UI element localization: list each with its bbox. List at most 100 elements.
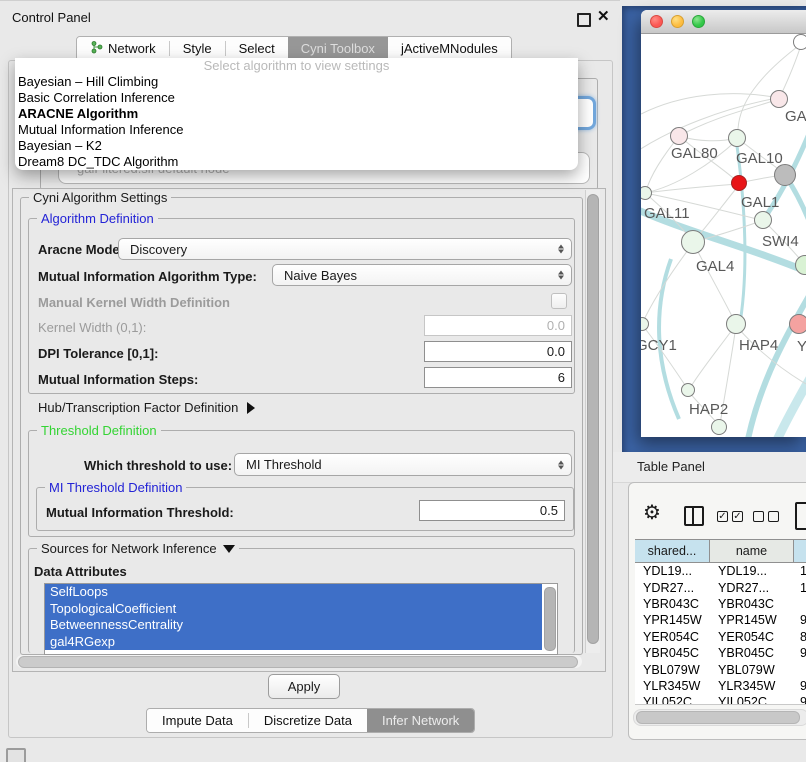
node-gal80[interactable] (670, 127, 688, 145)
table-row[interactable]: YIL052CYIL052C9. (635, 694, 806, 705)
algorithm-option-basic-correlation-inference[interactable]: Basic Correlation Inference (15, 90, 578, 106)
tab-network[interactable]: Network (77, 37, 169, 60)
manual-kernel-checkbox[interactable] (551, 293, 567, 309)
table-row[interactable]: YLR345WYLR345W9. (635, 678, 806, 694)
tab-select[interactable]: Select (226, 37, 288, 60)
algorithm-option-aracne-algorithm[interactable]: ARACNE Algorithm (15, 106, 578, 122)
scrollbar-thumb[interactable] (18, 656, 578, 668)
export-table-icon[interactable] (795, 502, 806, 530)
mi-type-combobox[interactable]: Naive Bayes (272, 264, 572, 286)
columns-icon[interactable] (684, 506, 704, 526)
apply-button[interactable]: Apply (268, 674, 340, 699)
stepper-icon[interactable] (558, 460, 564, 469)
node-gal10[interactable] (728, 129, 746, 147)
tab-label: Cyni Toolbox (301, 41, 375, 56)
algorithm-option-mutual-information-inference[interactable]: Mutual Information Inference (15, 122, 578, 138)
node-hap2-label: HAP2 (689, 401, 728, 418)
table-row[interactable]: YBL079WYBL079W (635, 661, 806, 677)
minimize-traffic-light-icon[interactable] (671, 15, 684, 28)
kernel-width-field[interactable]: 0.0 (424, 315, 572, 336)
attribute-item-topologicalcoefficient[interactable]: TopologicalCoefficient (45, 601, 542, 618)
which-threshold-combobox[interactable]: MI Threshold (234, 453, 572, 476)
node-gal11-label: GAL11 (644, 205, 690, 222)
cell-shared-name: YPR145W (635, 613, 710, 627)
cell-shared-name: YER054C (635, 630, 710, 644)
network-window-titlebar[interactable] (641, 10, 806, 34)
node-gal-clipped[interactable] (770, 90, 788, 108)
tab-jactivemnodules[interactable]: jActiveMNodules (388, 37, 511, 60)
network-canvas[interactable]: GALGAL80GAL10GAL1GAL11SWI4GAL4GCY1HAP4YH… (641, 34, 806, 437)
cell-value: 9. (794, 679, 806, 693)
algorithm-option-bayesian-hill-climbing[interactable]: Bayesian – Hill Climbing (15, 74, 578, 90)
node-salmon[interactable] (789, 314, 806, 334)
node-swi4[interactable] (795, 255, 806, 275)
gear-icon[interactable]: ⚙ (643, 503, 661, 523)
zoom-traffic-light-icon[interactable] (692, 15, 705, 28)
settings-horizontal-scrollbar[interactable] (16, 655, 582, 668)
table-row[interactable]: YDL19...YDL19...13 (635, 563, 806, 579)
aracne-mode-combobox[interactable]: Discovery (118, 238, 572, 260)
popup-prompt: Select algorithm to view settings (15, 58, 578, 74)
sources-toggle[interactable]: Sources for Network Inference (37, 541, 239, 556)
chevron-right-icon (247, 402, 255, 414)
bottom-tab-infer-network[interactable]: Infer Network (367, 709, 474, 732)
table-panel-title: Table Panel (637, 459, 705, 474)
mi-threshold-field[interactable]: 0.5 (419, 500, 565, 521)
node-salmon-label: Y (797, 338, 806, 355)
column-header-clipped[interactable]: A (794, 540, 806, 562)
close-icon[interactable]: ✕ (597, 7, 610, 25)
node-red[interactable] (731, 175, 747, 191)
group-title: Threshold Definition (37, 423, 161, 438)
node-hap2[interactable] (681, 383, 695, 397)
table-row[interactable]: YER054CYER054C8. (635, 629, 806, 645)
dpi-tolerance-field[interactable]: 0.0 (424, 341, 572, 362)
algorithm-option-bayesian-k2[interactable]: Bayesian – K2 (15, 138, 578, 154)
cell-shared-name: YDR27... (635, 581, 710, 595)
deselect-all-checkboxes-icon[interactable] (753, 511, 779, 522)
settings-vertical-scrollbar[interactable] (585, 190, 600, 653)
scrollbar-thumb[interactable] (544, 587, 556, 651)
attribute-item-selfloops[interactable]: SelfLoops (45, 584, 542, 601)
node-bottom[interactable] (711, 419, 727, 435)
node-gcy1[interactable] (641, 317, 649, 331)
cell-value: 9. (794, 613, 806, 627)
close-traffic-light-icon[interactable] (650, 15, 663, 28)
node-gray[interactable] (774, 164, 796, 186)
column-header-name[interactable]: name (710, 540, 794, 562)
bottom-tab-discretize-data[interactable]: Discretize Data (249, 709, 367, 732)
tab-label: Style (183, 41, 212, 56)
tab-cyni-toolbox[interactable]: Cyni Toolbox (288, 37, 388, 60)
control-panel-title: Control Panel (12, 10, 91, 25)
hub-section-toggle[interactable]: Hub/Transcription Factor Definition (38, 400, 255, 415)
attribute-item-betweennesscentrality[interactable]: BetweennessCentrality (45, 617, 542, 634)
column-header-shared-name[interactable]: shared... (635, 540, 710, 562)
table-row[interactable]: YBR045CYBR045C9. (635, 645, 806, 661)
node-top-partial[interactable] (793, 34, 806, 50)
node-gal1[interactable] (754, 211, 772, 229)
table-row[interactable]: YBR043CYBR043C (635, 596, 806, 612)
node-gal4[interactable] (681, 230, 705, 254)
float-window-icon[interactable] (577, 13, 591, 27)
table-header-row: shared... name A (635, 539, 806, 563)
algorithm-option-dream8-dc-tdc-algorithm[interactable]: Dream8 DC_TDC Algorithm (15, 154, 578, 170)
scrollbar-thumb[interactable] (587, 194, 599, 644)
node-gal11[interactable] (641, 186, 652, 200)
group-title: Algorithm Definition (37, 211, 158, 226)
cell-value: 9. (794, 646, 806, 660)
list-vertical-scrollbar[interactable] (543, 586, 555, 651)
tab-style[interactable]: Style (170, 37, 225, 60)
tab-label: jActiveMNodules (401, 41, 498, 56)
attribute-item-gal4rgexp[interactable]: gal4RGexp (45, 634, 542, 651)
stepper-icon[interactable] (558, 271, 564, 280)
collapsed-panel-button[interactable] (6, 748, 26, 762)
stepper-icon[interactable] (558, 245, 564, 254)
table-horizontal-scrollbar[interactable] (633, 709, 806, 726)
table-row[interactable]: YPR145WYPR145W9. (635, 612, 806, 628)
which-threshold-label: Which threshold to use: (84, 458, 232, 473)
scrollbar-thumb[interactable] (636, 711, 800, 724)
select-all-checkboxes-icon[interactable]: ✓✓ (717, 511, 743, 522)
table-row[interactable]: YDR27...YDR27...12 (635, 579, 806, 595)
mi-steps-field[interactable]: 6 (424, 367, 572, 388)
node-hap4[interactable] (726, 314, 746, 334)
bottom-tab-impute-data[interactable]: Impute Data (147, 709, 248, 732)
